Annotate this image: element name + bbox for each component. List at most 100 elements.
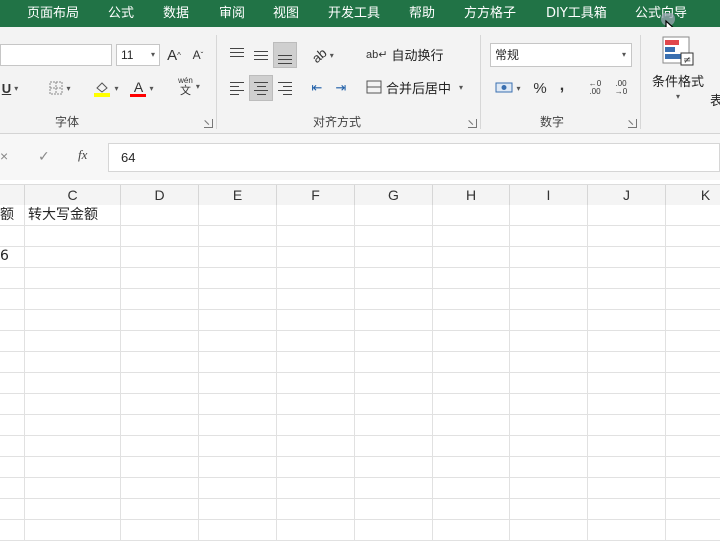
insert-function-icon[interactable]: fx [78,147,87,163]
tab-formulas[interactable]: 公式 [108,0,134,27]
shrink-font-button[interactable]: Aˇ [188,43,208,67]
shrink-font-label: A [192,48,201,62]
bottom-align-icon [278,54,292,64]
grid-line [0,372,720,373]
accounting-format-button[interactable]: ▾ [490,76,526,100]
tab-review[interactable]: 审阅 [219,0,245,27]
column-header-c[interactable]: C [25,185,121,205]
font-size-value: 11 [121,48,134,62]
cell-b1[interactable]: 额 [0,205,14,226]
number-dialog-launcher[interactable] [628,119,637,128]
group-separator [640,35,641,129]
fill-color-button[interactable]: ▾ [88,76,124,100]
font-color-button[interactable]: A ▾ [126,76,158,100]
chevron-down-icon: ▾ [621,50,626,59]
grid-line [0,288,720,289]
borders-button[interactable]: ▾ [42,76,78,100]
alignment-dialog-launcher[interactable] [468,119,477,128]
grid-line [24,205,25,541]
merge-center-label: 合并后居中 [386,81,452,97]
underline-button[interactable]: U ▾ [0,76,20,100]
tab-fangfang-gezi[interactable]: 方方格子 [464,0,516,27]
top-align-button[interactable] [226,43,248,67]
column-header-f[interactable]: F [277,185,355,205]
orientation-button[interactable]: ab ▾ [306,43,340,67]
worksheet-grid[interactable]: 额 转大写金额 6 [0,205,720,541]
middle-align-button[interactable] [250,43,272,67]
grid-line [587,205,588,541]
chevron-down-icon: ▾ [459,82,464,92]
ribbon: 11 ▾ A ^ Aˇ U ▾ ▾ ▾ A ▾ wén 文 ▾ 字体 ab ▾ … [0,27,720,134]
font-name-combo[interactable] [0,44,112,66]
grid-line [0,477,720,478]
chevron-down-icon: ▾ [195,81,200,91]
column-header-k[interactable]: K [666,185,720,205]
merge-center-button[interactable]: 合并后居中 ▾ [366,75,472,99]
cell-c1[interactable]: 转大写金额 [28,205,98,226]
wrap-text-button[interactable]: ab↵ 自动换行 [366,42,444,66]
group-label-font: 字体 [55,115,80,129]
column-header-b-partial[interactable] [0,185,25,205]
column-header-e[interactable]: E [199,185,277,205]
tab-view[interactable]: 视图 [273,0,299,27]
number-format-combo[interactable]: 常规 ▾ [490,43,632,67]
grid-line [0,498,720,499]
align-right-icon [278,81,292,95]
grow-font-button[interactable]: A ^ [164,43,184,67]
paint-bucket-icon [94,82,111,97]
font-size-combo[interactable]: 11 ▾ [116,44,160,66]
group-label-number: 数字 [540,115,565,129]
wrap-text-icon: ab↵ [366,48,388,61]
font-color-label: A [133,78,144,95]
percent-button[interactable]: % [530,76,550,100]
column-header-d[interactable]: D [121,185,199,205]
grid-line [432,205,433,541]
increase-decimal-button[interactable]: ←0.00 [584,76,606,100]
grid-line [198,205,199,541]
underline-label: U [1,80,12,96]
align-center-icon [254,81,268,95]
number-format-value: 常规 [495,48,520,62]
grid-line [354,205,355,541]
grid-line [0,246,720,247]
format-as-table-partial-label[interactable]: 表 [710,90,720,109]
align-left-icon [230,81,244,95]
tab-data[interactable]: 数据 [163,0,189,27]
top-align-icon [230,47,244,57]
align-center-button[interactable] [249,75,273,101]
decrease-decimal-icon: .00 →0 [614,79,628,96]
chevron-down-icon: ▾ [14,83,19,93]
increase-indent-button[interactable]: ⇥ [330,76,352,100]
tab-help[interactable]: 帮助 [409,0,435,27]
font-dialog-launcher[interactable] [204,119,213,128]
decrease-indent-button[interactable]: ⇤ [306,76,328,100]
increase-indent-icon: ⇥ [335,80,347,95]
column-headers: C D E F G H I J K [0,184,720,206]
tab-diy-toolbox[interactable]: DIY工具箱 [546,0,607,27]
column-header-g[interactable]: G [355,185,433,205]
bottom-align-button[interactable] [273,42,297,68]
grow-font-label: A [167,46,178,64]
column-header-i[interactable]: I [510,185,588,205]
grid-line [120,205,121,541]
phonetic-sub-label: 文 [179,85,191,97]
cancel-icon[interactable]: × [0,148,8,164]
phonetic-guide-button[interactable]: wén 文 ▾ [172,74,206,98]
column-header-j[interactable]: J [588,185,666,205]
cell-b2[interactable]: 6 [0,246,9,267]
chevron-down-icon: ▾ [675,92,680,101]
wrap-text-label: 自动换行 [391,48,444,64]
grid-line [0,435,720,436]
enter-icon[interactable]: ✓ [38,148,50,165]
formula-input[interactable]: 64 [108,143,720,172]
comma-style-button[interactable]: , [553,74,571,98]
middle-align-icon [254,50,268,60]
conditional-formatting-label: 条件格式 [651,75,704,90]
tab-page-layout[interactable]: 页面布局 [27,0,79,27]
decrease-decimal-button[interactable]: .00 →0 [610,76,632,100]
conditional-formatting-button[interactable]: ≠ 条件格式 ▾ [650,35,706,109]
align-right-button[interactable] [274,76,296,100]
align-left-button[interactable] [226,76,248,100]
tab-developer[interactable]: 开发工具 [328,0,380,27]
column-header-h[interactable]: H [433,185,510,205]
